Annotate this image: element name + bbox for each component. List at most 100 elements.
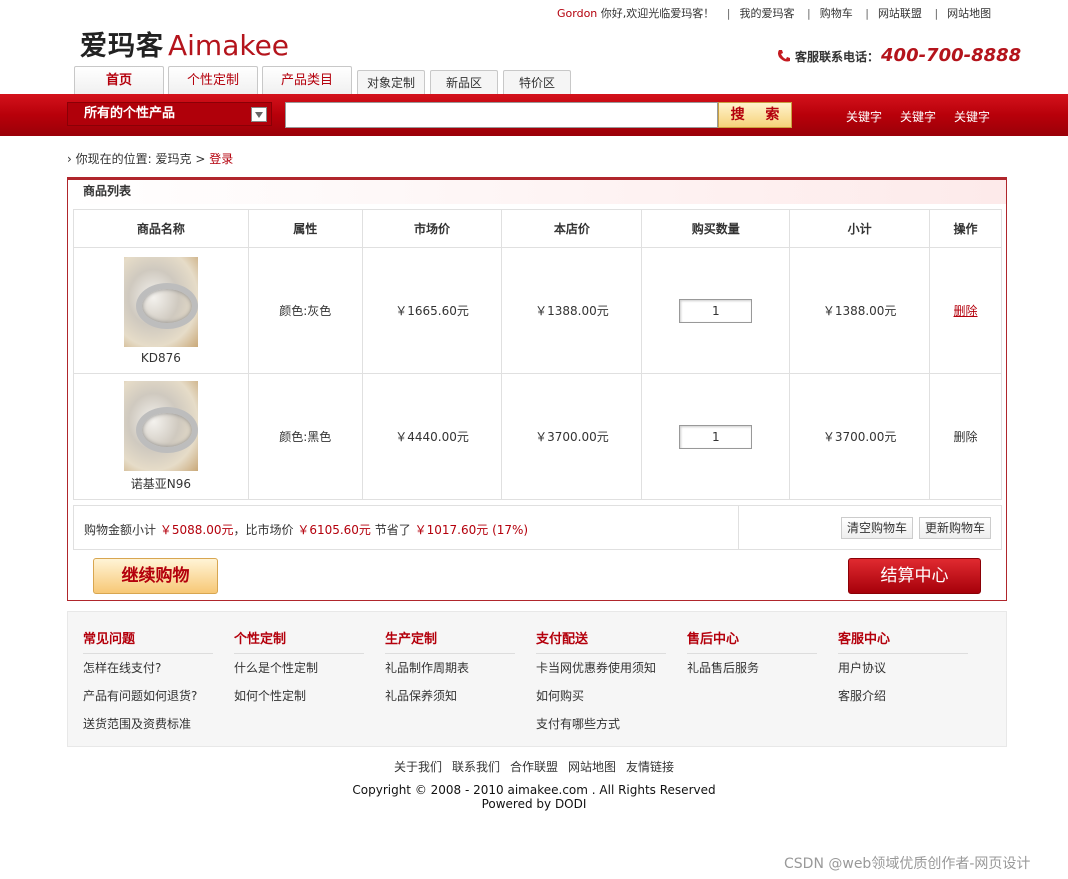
help-column: 支付配送 卡当网优惠券使用须知 如何购买 支付有哪些方式 <box>536 628 666 744</box>
username[interactable]: Gordon <box>557 7 597 20</box>
continue-shopping-button[interactable]: 继续购物 <box>93 558 218 594</box>
help-link[interactable]: 怎样在线支付? <box>83 660 213 688</box>
help-link[interactable]: 什么是个性定制 <box>234 660 364 688</box>
help-link[interactable]: 送货范围及资费标准 <box>83 716 213 744</box>
help-link[interactable]: 客服介绍 <box>838 688 968 716</box>
delete-link[interactable]: 删除 <box>954 304 978 318</box>
tab-categories[interactable]: 产品类目 <box>262 66 352 94</box>
keyword-link[interactable]: 关键字 <box>900 110 936 124</box>
saved-amount: ￥1017.60元 <box>414 523 489 537</box>
col-header: 购买数量 <box>641 209 791 248</box>
product-image[interactable] <box>123 256 198 347</box>
store-price: ￥1388.00元 <box>501 247 643 374</box>
col-header: 市场价 <box>361 209 503 248</box>
cart-summary: 购物金额小计 ￥5088.00元，比市场价 ￥6105.60元 节省了 ￥101… <box>73 505 1002 550</box>
search-input[interactable] <box>285 102 718 128</box>
category-select[interactable]: 所有的个性产品 <box>67 102 272 126</box>
hotline-label: 客服联系电话： <box>795 50 880 64</box>
tab-sale[interactable]: 特价区 <box>503 70 571 94</box>
help-column: 客服中心 用户协议 客服介绍 <box>838 628 968 716</box>
help-link[interactable]: 卡当网优惠券使用须知 <box>536 660 666 688</box>
greeting: 你好,欢迎光临爱玛客！ <box>600 7 715 20</box>
help-column: 个性定制 什么是个性定制 如何个性定制 <box>234 628 364 716</box>
my-account-link[interactable]: 我的爱玛客 <box>740 7 795 20</box>
top-links: Gordon 你好,欢迎光临爱玛客！ | 我的爱玛客 | 购物车 | 网站联盟 | 网站… <box>557 7 992 20</box>
keyword-link[interactable]: 关键字 <box>954 110 990 124</box>
help-heading: 生产定制 <box>385 628 515 654</box>
footer-link[interactable]: 关于我们 <box>394 760 442 774</box>
help-column: 生产定制 礼品制作周期表 礼品保养须知 <box>385 628 515 716</box>
help-heading: 支付配送 <box>536 628 666 654</box>
breadcrumb-home[interactable]: 爱玛克 <box>156 152 192 166</box>
footer-link[interactable]: 友情链接 <box>626 760 674 774</box>
help-heading: 常见问题 <box>83 628 213 654</box>
breadcrumb-current: 登录 <box>209 152 234 166</box>
checkout-button[interactable]: 结算中心 <box>848 558 981 594</box>
search-button[interactable]: 搜 索 <box>718 102 792 128</box>
help-link[interactable]: 礼品售后服务 <box>687 660 817 688</box>
help-link[interactable]: 礼品制作周期表 <box>385 660 515 688</box>
cart-table: 商品名称 属性 市场价 本店价 购买数量 小计 操作 KD876 颜色:灰色 ￥… <box>73 209 1002 500</box>
keyword-link[interactable]: 关键字 <box>846 110 882 124</box>
breadcrumb: › 你现在的位置: 爱玛克 > 登录 <box>67 150 233 167</box>
cart-panel: 商品列表 商品名称 属性 市场价 本店价 购买数量 小计 操作 KD876 颜色… <box>67 177 1007 601</box>
watermark: CSDN @web领域优质创作者-网页设计 <box>784 856 1031 872</box>
help-link[interactable]: 产品有问题如何退货? <box>83 688 213 716</box>
quantity-input[interactable]: 1 <box>679 424 753 449</box>
category-select-value: 所有的个性产品 <box>84 106 176 121</box>
copyright: Copyright © 2008 - 2010 aimakee.com . Al… <box>0 783 1068 811</box>
help-link[interactable]: 礼品保养须知 <box>385 688 515 716</box>
clear-cart-button[interactable]: 清空购物车 <box>841 517 914 539</box>
help-link[interactable]: 如何购买 <box>536 688 666 716</box>
saved-percent: (17%) <box>492 523 529 537</box>
alliance-link[interactable]: 网站联盟 <box>878 7 922 20</box>
table-header: 商品名称 属性 市场价 本店价 购买数量 小计 操作 <box>73 209 1002 248</box>
footer-link[interactable]: 网站地图 <box>568 760 616 774</box>
phone-icon <box>778 50 790 62</box>
help-link[interactable]: 用户协议 <box>838 660 968 688</box>
sitemap-link[interactable]: 网站地图 <box>947 7 991 20</box>
product-attr: 颜色:灰色 <box>247 247 363 374</box>
breadcrumb-prefix: 你现在的位置: <box>75 152 152 166</box>
footer-link[interactable]: 合作联盟 <box>510 760 558 774</box>
cart-title: 商品列表 <box>68 180 1006 204</box>
subtotal: ￥3700.00元 <box>789 373 931 500</box>
chevron-right-icon: › <box>67 152 72 166</box>
col-header: 商品名称 <box>73 209 249 248</box>
footer-link[interactable]: 联系我们 <box>452 760 500 774</box>
product-name[interactable]: 诺基亚N96 <box>74 475 248 492</box>
hot-keywords: 关键字 关键字 关键字 <box>846 108 1008 125</box>
update-cart-button[interactable]: 更新购物车 <box>919 517 992 539</box>
search-bar: 所有的个性产品 搜 索 关键字 关键字 关键字 <box>0 94 1068 136</box>
product-name[interactable]: KD876 <box>74 351 248 365</box>
product-attr: 颜色:黑色 <box>247 373 363 500</box>
help-heading: 个性定制 <box>234 628 364 654</box>
market-total: ￥6105.60元 <box>297 523 371 537</box>
tab-object-custom[interactable]: 对象定制 <box>357 70 425 94</box>
help-link[interactable]: 支付有哪些方式 <box>536 716 666 744</box>
site-logo[interactable]: 爱玛客 Aimakee <box>80 24 289 63</box>
tab-new[interactable]: 新品区 <box>430 70 498 94</box>
help-section: 常见问题 怎样在线支付? 产品有问题如何退货? 送货范围及资费标准 个性定制 什… <box>67 611 1007 747</box>
hotline: 客服联系电话： 400-700-8888 <box>776 45 1021 66</box>
quantity-input[interactable]: 1 <box>679 298 753 323</box>
cart-link[interactable]: 购物车 <box>820 7 853 20</box>
breadcrumb-sep: > <box>195 152 206 166</box>
table-row: KD876 颜色:灰色 ￥1665.60元 ￥1388.00元 1 ￥1388.… <box>73 247 1002 374</box>
tab-home[interactable]: 首页 <box>74 66 164 94</box>
delete-link[interactable]: 删除 <box>954 430 978 444</box>
footer-links: 关于我们 联系我们 合作联盟 网站地图 友情链接 <box>0 758 1068 775</box>
help-column: 售后中心 礼品售后服务 <box>687 628 817 688</box>
hotline-number: 400-700-8888 <box>881 45 1022 66</box>
market-price: ￥4440.00元 <box>361 373 503 500</box>
help-link[interactable]: 如何个性定制 <box>234 688 364 716</box>
help-column: 常见问题 怎样在线支付? 产品有问题如何退货? 送货范围及资费标准 <box>83 628 213 744</box>
store-price: ￥3700.00元 <box>501 373 643 500</box>
logo-cn: 爱玛客 <box>80 31 164 62</box>
tab-custom[interactable]: 个性定制 <box>168 66 258 94</box>
product-image[interactable] <box>123 381 198 471</box>
help-heading: 客服中心 <box>838 628 968 654</box>
table-row: 诺基亚N96 颜色:黑色 ￥4440.00元 ￥3700.00元 1 ￥3700… <box>73 373 1002 500</box>
copyright-text: Copyright © 2008 - 2010 aimakee.com . Al… <box>352 783 716 797</box>
chevron-down-icon[interactable] <box>251 107 267 122</box>
